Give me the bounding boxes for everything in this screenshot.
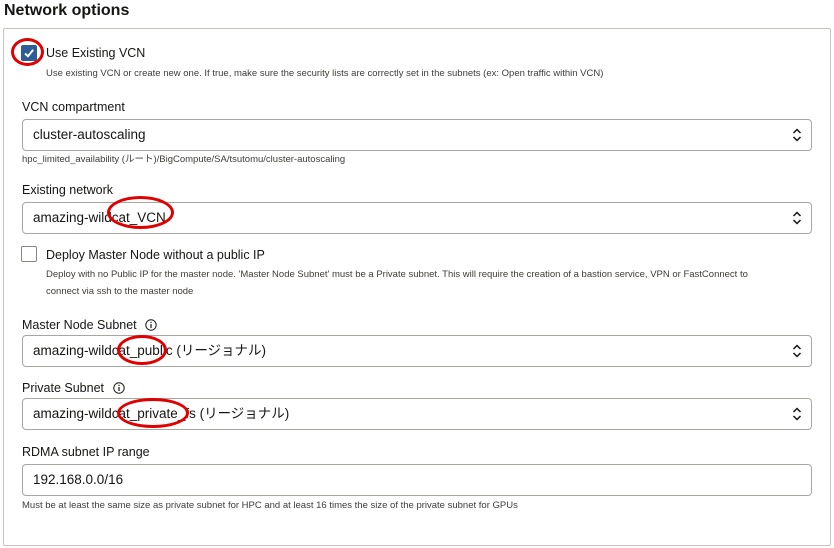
existing-network-select[interactable]: amazing-wildcat_VCN — [22, 202, 812, 234]
deploy-master-no-public-ip-checkbox[interactable] — [21, 246, 37, 262]
deploy-master-no-public-ip-label: Deploy Master Node without a public IP — [46, 248, 265, 262]
rdma-subnet-value: 192.168.0.0/16 — [33, 472, 124, 487]
up-down-chevron-icon — [792, 128, 802, 142]
rdma-subnet-label: RDMA subnet IP range — [22, 445, 150, 459]
private-subnet-select[interactable]: amazing-wildcat_private_fs (リージョナル) — [22, 398, 812, 430]
use-existing-vcn-checkbox[interactable] — [21, 45, 37, 61]
section-title: Network options — [4, 2, 130, 19]
master-node-subnet-value: amazing-wildcat_public (リージョナル) — [33, 343, 267, 358]
private-subnet-label: Private Subnet — [22, 381, 104, 395]
use-existing-vcn-help: Use existing VCN or create new one. If t… — [46, 68, 604, 79]
info-icon[interactable] — [145, 319, 157, 331]
deploy-master-no-public-ip-help-1: Deploy with no Public IP for the master … — [46, 269, 748, 280]
up-down-chevron-icon — [792, 344, 802, 358]
checkmark-icon — [24, 49, 34, 58]
deploy-master-no-public-ip-help-2: connect via ssh to the master node — [46, 286, 194, 297]
rdma-subnet-help: Must be at least the same size as privat… — [22, 500, 518, 511]
vcn-compartment-label: VCN compartment — [22, 100, 125, 114]
network-options-panel: Use Existing VCN Use existing VCN or cre… — [3, 28, 831, 546]
info-icon[interactable] — [113, 382, 125, 394]
vcn-compartment-path: hpc_limited_availability (ルート)/BigComput… — [22, 154, 346, 165]
master-node-subnet-select[interactable]: amazing-wildcat_public (リージョナル) — [22, 335, 812, 367]
existing-network-label: Existing network — [22, 183, 114, 197]
vcn-compartment-value: cluster-autoscaling — [33, 127, 146, 142]
private-subnet-value: amazing-wildcat_private_fs (リージョナル) — [33, 406, 290, 421]
master-node-subnet-label: Master Node Subnet — [22, 318, 137, 332]
vcn-compartment-select[interactable]: cluster-autoscaling — [22, 119, 812, 151]
rdma-subnet-input[interactable]: 192.168.0.0/16 — [22, 464, 812, 496]
up-down-chevron-icon — [792, 407, 802, 421]
up-down-chevron-icon — [792, 211, 802, 225]
use-existing-vcn-label: Use Existing VCN — [46, 46, 146, 60]
existing-network-value: amazing-wildcat_VCN — [33, 210, 166, 225]
